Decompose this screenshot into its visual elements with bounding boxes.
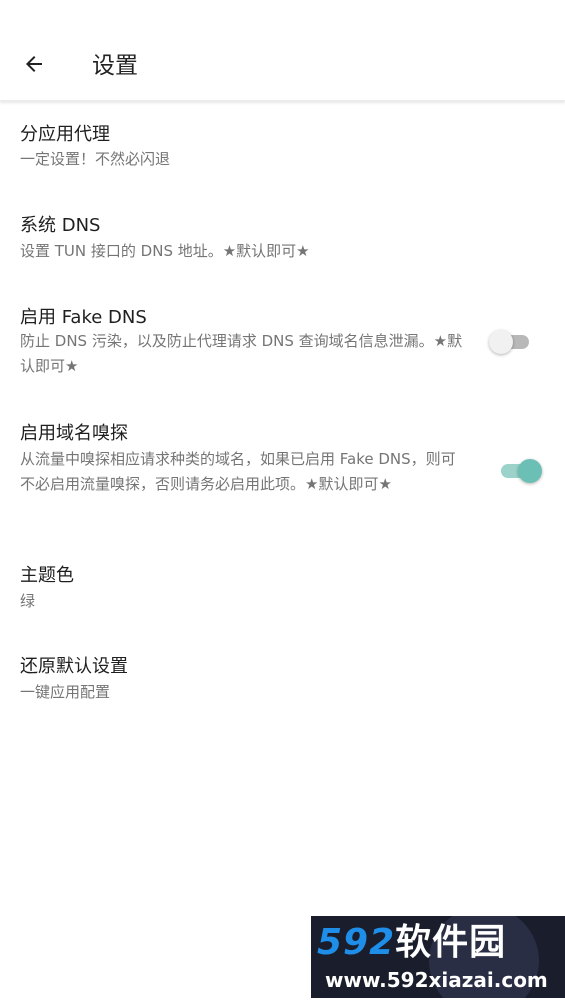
pref-summary: 设置 TUN 接口的 DNS 地址。★默认即可★	[20, 242, 310, 260]
watermark-brand-number: 592	[317, 922, 396, 963]
pref-summary: 防止 DNS 污染，以及防止代理请求 DNS 查询域名信息泄漏。★默认即可★	[20, 332, 463, 375]
pref-summary: 一键应用配置	[20, 683, 111, 701]
pref-restore-defaults[interactable]: 还原默认设置 一键应用配置	[0, 643, 565, 723]
pref-per-app-proxy[interactable]: 分应用代理 一定设置！不然必闪退	[0, 110, 565, 190]
pref-title: 分应用代理	[20, 124, 110, 145]
pref-title: 启用 Fake DNS	[20, 307, 147, 328]
pref-title: 系统 DNS	[20, 215, 101, 236]
page-title: 设置	[92, 53, 138, 79]
app-bar: 设置	[0, 0, 565, 101]
pref-summary: 一定设置！不然必闪退	[20, 150, 171, 168]
pref-summary: 从流量中嗅探相应请求种类的域名，如果已启用 Fake DNS，则可不必启用流量嗅…	[20, 450, 456, 493]
pref-system-dns[interactable]: 系统 DNS 设置 TUN 接口的 DNS 地址。★默认即可★	[0, 202, 565, 282]
pref-title: 启用域名嗅探	[20, 423, 128, 444]
arrow-left-icon	[26, 56, 42, 72]
watermark-brand-text: 软件园	[395, 922, 507, 963]
watermark-logo: 592软件园 www.592xiazai.com	[311, 916, 565, 998]
pref-fake-dns[interactable]: 启用 Fake DNS 防止 DNS 污染，以及防止代理请求 DNS 查询域名信…	[0, 294, 565, 394]
switch-thumb	[518, 459, 542, 483]
domain-sniffing-switch[interactable]	[499, 456, 543, 486]
watermark-brand: 592软件园	[317, 922, 506, 964]
fake-dns-switch[interactable]	[489, 327, 533, 357]
pref-summary: 绿	[20, 592, 36, 610]
pref-theme-color[interactable]: 主题色 绿	[0, 552, 565, 632]
back-button[interactable]	[14, 44, 54, 84]
pref-title: 还原默认设置	[20, 656, 128, 677]
pref-title: 主题色	[20, 565, 74, 586]
pref-domain-sniffing[interactable]: 启用域名嗅探 从流量中嗅探相应请求种类的域名，如果已启用 Fake DNS，则可…	[0, 410, 565, 535]
switch-thumb	[489, 330, 513, 354]
watermark-url: www.592xiazai.com	[325, 968, 548, 992]
